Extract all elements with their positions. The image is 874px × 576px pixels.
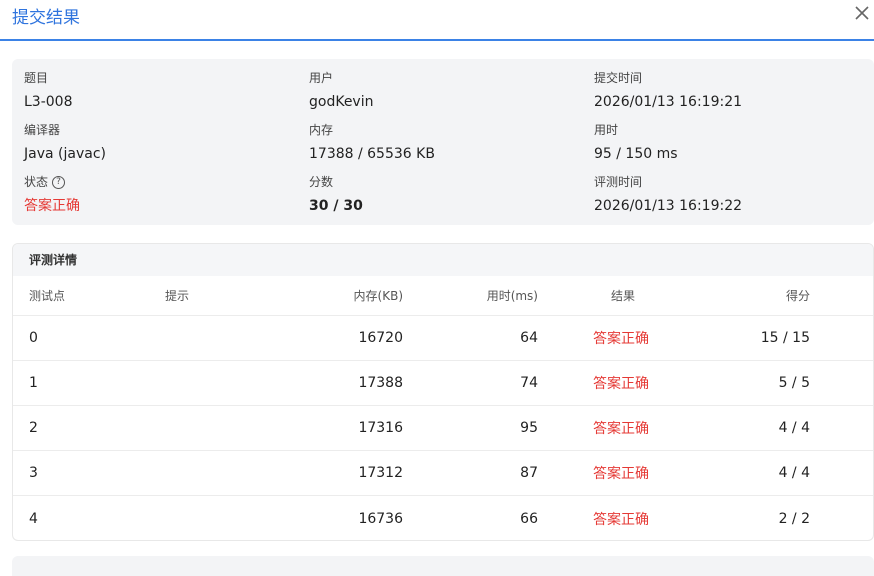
time-cell: 74	[520, 375, 538, 391]
table-row: 2 17316 95 答案正确 4 / 4	[13, 406, 873, 451]
time-value: 95 / 150 ms	[594, 146, 678, 162]
col-result: 结果	[611, 289, 636, 303]
next-panel-edge	[12, 556, 874, 576]
time-field: 用时 95 / 150 ms	[594, 121, 678, 165]
status-label: 状态	[24, 175, 49, 189]
submit-time-field: 提交时间 2026/01/13 16:19:21	[594, 69, 742, 113]
time-cell: 95	[520, 420, 538, 436]
table-row: 0 16720 64 答案正确 15 / 15	[13, 316, 873, 361]
memory-cell: 17316	[358, 420, 403, 436]
score-cell: 2 / 2	[778, 510, 810, 527]
memory-field: 内存 17388 / 65536 KB	[309, 121, 435, 165]
judge-details-panel: 评测详情 测试点 提示 内存(KB) 用时(ms) 结果 得分 0 16720 …	[12, 243, 874, 541]
compiler-label: 编译器	[24, 123, 61, 137]
judge-time-value: 2026/01/13 16:19:22	[594, 198, 743, 214]
col-case: 测试点	[29, 289, 66, 303]
table-row: 4 16736 66 答案正确 2 / 2	[13, 496, 873, 540]
score-value: 30 / 30	[309, 198, 363, 214]
judge-time-label: 评测时间	[594, 175, 643, 189]
case-cell: 1	[29, 375, 38, 391]
table-header: 测试点 提示 内存(KB) 用时(ms) 结果 得分	[13, 276, 873, 316]
problem-value: L3-008	[24, 94, 73, 110]
status-field: 状态? 答案正确	[24, 173, 80, 217]
problem-label: 题目	[24, 71, 49, 85]
table-row: 1 17388 74 答案正确 5 / 5	[13, 361, 873, 406]
case-cell: 2	[29, 420, 38, 436]
memory-cell: 17388	[358, 375, 403, 391]
col-hint: 提示	[165, 289, 190, 303]
question-circle-icon[interactable]: ?	[52, 176, 66, 189]
score-cell: 4 / 4	[778, 420, 810, 436]
submit-time-label: 提交时间	[594, 71, 643, 85]
compiler-field: 编译器 Java (javac)	[24, 121, 106, 165]
status-value: 答案正确	[24, 198, 80, 214]
memory-value: 17388 / 65536 KB	[309, 146, 435, 162]
score-label: 分数	[309, 175, 334, 189]
judge-details-title: 评测详情	[13, 244, 873, 276]
judge-time-field: 评测时间 2026/01/13 16:19:22	[594, 173, 742, 217]
result-cell: 答案正确	[593, 466, 649, 482]
result-cell: 答案正确	[593, 376, 649, 392]
time-cell: 64	[520, 330, 538, 346]
col-score: 得分	[785, 289, 810, 303]
col-memory: 内存(KB)	[353, 289, 403, 303]
compiler-value: Java (javac)	[24, 146, 106, 162]
result-cell: 答案正确	[593, 331, 649, 347]
submission-info-panel: 题目 L3-008 用户 godKevin 提交时间 2026/01/13 16…	[12, 59, 874, 225]
close-icon[interactable]	[852, 3, 872, 23]
col-time: 用时(ms)	[486, 289, 538, 303]
case-cell: 4	[29, 510, 38, 527]
dialog-title: 提交结果	[12, 8, 80, 28]
problem-field: 题目 L3-008	[24, 69, 72, 113]
memory-cell: 16720	[358, 330, 403, 346]
score-field: 分数 30 / 30	[309, 173, 363, 217]
memory-cell: 16736	[358, 510, 403, 527]
memory-cell: 17312	[358, 465, 403, 481]
case-cell: 3	[29, 465, 38, 481]
dialog-header: 提交结果	[0, 0, 874, 41]
submit-time-value: 2026/01/13 16:19:21	[594, 94, 743, 110]
score-cell: 15 / 15	[760, 330, 810, 346]
table-row: 3 17312 87 答案正确 4 / 4	[13, 451, 873, 496]
score-cell: 5 / 5	[778, 375, 810, 391]
time-label: 用时	[594, 123, 619, 137]
user-field: 用户 godKevin	[309, 69, 373, 113]
time-cell: 87	[520, 465, 538, 481]
result-cell: 答案正确	[593, 511, 649, 528]
time-cell: 66	[520, 510, 538, 527]
result-cell: 答案正确	[593, 421, 649, 437]
user-value: godKevin	[309, 94, 374, 110]
user-label: 用户	[309, 71, 334, 85]
case-cell: 0	[29, 330, 38, 346]
score-cell: 4 / 4	[778, 465, 810, 481]
memory-label: 内存	[309, 123, 334, 137]
